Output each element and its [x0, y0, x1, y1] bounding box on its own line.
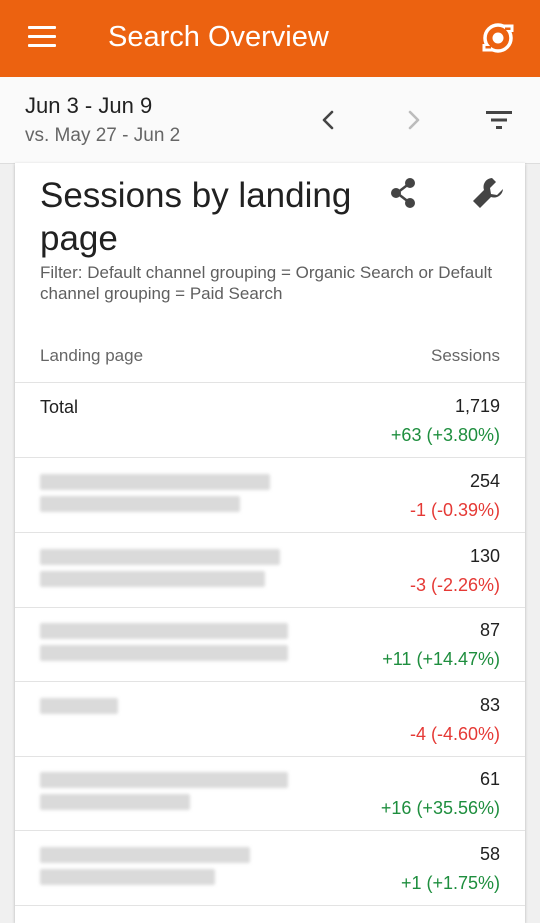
row-value: 87	[479, 620, 500, 640]
row-label: Total	[40, 397, 79, 417]
column-header-sessions[interactable]: Sessions	[431, 346, 500, 366]
table-row[interactable]: 61 +16 (+35.56%)	[15, 756, 525, 831]
filter-icon[interactable]	[484, 107, 514, 133]
redacted-page-path	[40, 621, 310, 669]
redacted-page-path	[40, 696, 310, 744]
app-bar: Search Overview	[0, 0, 540, 77]
table-row[interactable]: 130 -3 (-2.26%)	[15, 533, 525, 608]
row-delta: +16 (+35.56%)	[380, 798, 500, 818]
redacted-page-path	[40, 845, 310, 893]
row-value: 61	[479, 769, 500, 789]
card-title: Sessions by landing page	[40, 176, 352, 258]
app-title: Search Overview	[108, 21, 329, 53]
table-header: Landing page Sessions	[15, 338, 525, 383]
redacted-page-path	[40, 770, 310, 818]
row-value: 83	[479, 695, 500, 715]
row-delta: -3 (-2.26%)	[409, 575, 500, 595]
table-row[interactable]: 254 -1 (-0.39%)	[15, 458, 525, 533]
table-row-total: Total 1,719 +63 (+3.80%)	[15, 383, 525, 458]
compare-range[interactable]: vs. May 27 - Jun 2	[25, 125, 180, 147]
column-header-landing-page[interactable]: Landing page	[40, 346, 143, 366]
menu-icon[interactable]	[28, 26, 56, 48]
table-row[interactable]: 83 -4 (-4.60%)	[15, 682, 525, 757]
wrench-icon[interactable]	[470, 175, 506, 211]
chevron-right-icon[interactable]	[398, 105, 428, 135]
row-value: 130	[469, 546, 500, 566]
date-range-bar: Jun 3 - Jun 9 vs. May 27 - Jun 2	[0, 77, 540, 164]
card-filter-text: Filter: Default channel grouping = Organ…	[40, 263, 493, 303]
sessions-card: Sessions by landing page Filter: Default…	[15, 163, 525, 923]
table-row[interactable]: 87 +11 (+14.47%)	[15, 607, 525, 682]
row-value: 254	[469, 471, 500, 491]
redacted-page-path	[40, 547, 310, 595]
row-delta: +63 (+3.80%)	[390, 425, 500, 445]
share-icon[interactable]	[388, 176, 420, 210]
redacted-page-path	[40, 472, 310, 520]
row-delta: +1 (+1.75%)	[400, 873, 500, 893]
row-delta: -4 (-4.60%)	[409, 724, 500, 744]
chevron-left-icon[interactable]	[314, 105, 344, 135]
row-delta: -1 (-0.39%)	[409, 500, 500, 520]
account-switch-icon[interactable]	[478, 18, 518, 58]
table-row[interactable]: 58 +1 (+1.75%)	[15, 831, 525, 906]
row-value: 1,719	[454, 396, 500, 416]
row-value: 58	[479, 844, 500, 864]
date-range[interactable]: Jun 3 - Jun 9	[25, 93, 152, 119]
row-delta: +11 (+14.47%)	[382, 649, 500, 669]
